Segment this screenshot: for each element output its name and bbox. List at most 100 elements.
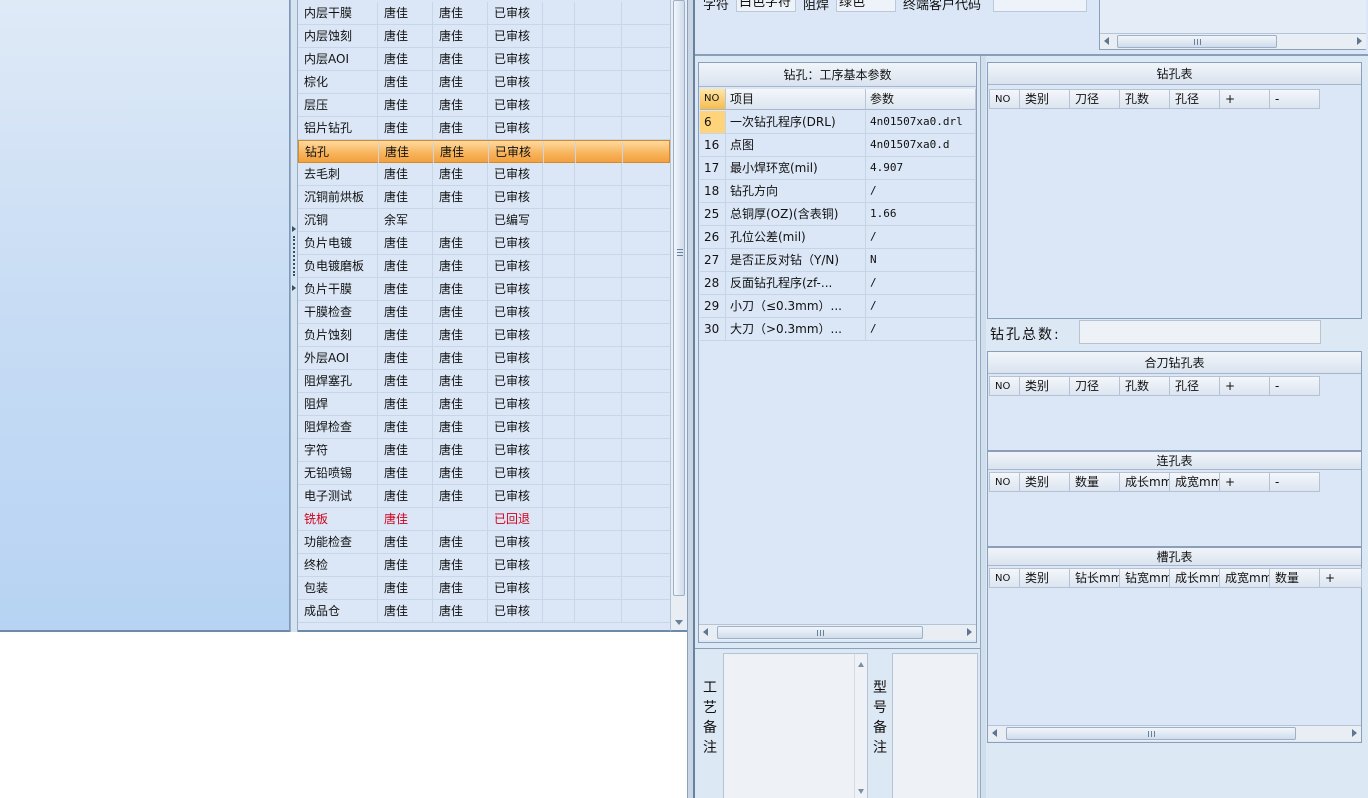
process-row[interactable]: 无铅喷锡 唐佳 唐佳 已审核 [298,462,670,485]
column-header[interactable]: 孔径 [1170,90,1220,109]
end-customer-field[interactable] [993,0,1087,12]
column-header[interactable]: 孔径 [1170,377,1220,396]
column-header[interactable]: 数量 [1070,473,1120,492]
process-row[interactable]: 沉铜前烘板 唐佳 唐佳 已审核 [298,186,670,209]
process-row[interactable]: 电子测试 唐佳 唐佳 已审核 [298,485,670,508]
drill-total-field[interactable] [1079,320,1321,344]
param-item: 总铜厚(OZ)(含表铜) [726,203,866,225]
column-header[interactable]: 钻长mm [1070,569,1120,588]
process-row[interactable]: 外层AOI 唐佳 唐佳 已审核 [298,347,670,370]
process-row[interactable]: 功能检查 唐佳 唐佳 已审核 [298,531,670,554]
column-header[interactable]: 刀径 [1070,90,1120,109]
param-row[interactable]: 29 小刀（≤0.3mm）... / [700,295,976,318]
process-row[interactable]: 内层蚀刻 唐佳 唐佳 已审核 [298,25,670,48]
column-header[interactable]: 成宽mm [1170,473,1220,492]
process-row[interactable]: 成品仓 唐佳 唐佳 已审核 [298,600,670,623]
column-header[interactable]: 刀径 [1070,377,1120,396]
process-row[interactable]: 阻焊塞孔 唐佳 唐佳 已审核 [298,370,670,393]
column-header[interactable]: 成长mm [1120,473,1170,492]
param-row[interactable]: 18 钻孔方向 / [700,180,976,203]
column-header[interactable]: 类别 [1020,90,1070,109]
param-row[interactable]: 25 总铜厚(OZ)(含表铜) 1.66 [700,203,976,226]
process-reviewer: 唐佳 [433,48,488,70]
process-row[interactable]: 沉铜 余军 已编写 [298,209,670,232]
process-row[interactable]: 负片蚀刻 唐佳 唐佳 已审核 [298,324,670,347]
process-row[interactable]: 负片电镀 唐佳 唐佳 已审核 [298,232,670,255]
process-note-textarea[interactable] [723,653,868,798]
note-scrollbar[interactable] [854,654,867,798]
process-row[interactable]: 终检 唐佳 唐佳 已审核 [298,554,670,577]
process-row[interactable]: 内层干膜 唐佳 唐佳 已审核 [298,2,670,25]
process-extra-cell [543,577,575,599]
attachment-hscroll[interactable] [1100,33,1366,49]
column-header[interactable]: 数量 [1270,569,1320,588]
main-splitter[interactable] [687,0,695,798]
param-row[interactable]: 27 是否正反对钻（Y/N) N [700,249,976,272]
process-status: 已审核 [488,554,543,576]
process-row[interactable]: 铣板 唐佳 已回退 [298,508,670,531]
column-header[interactable]: + [1320,569,1362,588]
column-header[interactable]: NO [990,377,1020,396]
process-row[interactable]: 干膜检查 唐佳 唐佳 已审核 [298,301,670,324]
process-reviewer: 唐佳 [433,577,488,599]
column-header[interactable]: NO [990,569,1020,588]
param-row[interactable]: 28 反面钻孔程序(zf-... / [700,272,976,295]
column-header[interactable]: NO [990,473,1020,492]
process-extra-cell [543,485,575,507]
process-row[interactable]: 负电镀磨板 唐佳 唐佳 已审核 [298,255,670,278]
col-value[interactable]: 参数 [866,89,976,109]
column-header[interactable]: 孔数 [1120,90,1170,109]
param-row[interactable]: 16 点图 4n01507xa0.d [700,134,976,157]
char-field[interactable]: 白色字符 [736,0,796,12]
process-row[interactable]: 铝片钻孔 唐佳 唐佳 已审核 [298,117,670,140]
column-header[interactable]: 成宽mm [1220,569,1270,588]
column-header[interactable]: + [1220,90,1270,109]
param-row[interactable]: 26 孔位公差(mil) / [700,226,976,249]
expand-arrow-icon[interactable] [292,285,296,291]
process-extra-cell [575,117,622,139]
scroll-down-icon[interactable] [675,620,683,625]
param-row[interactable]: 6 一次钻孔程序(DRL) 4n01507xa0.drl [700,111,976,134]
scrollbar-thumb[interactable] [673,0,685,596]
column-header[interactable]: + [1220,377,1270,396]
process-extra-cell [575,71,622,93]
left-splitter[interactable] [290,0,298,632]
column-header[interactable]: - [1270,377,1320,396]
col-no[interactable]: NO [700,89,726,109]
column-header[interactable]: - [1270,90,1320,109]
collapse-arrow-icon[interactable] [292,226,296,232]
slot-table-hscroll[interactable] [988,725,1361,741]
col-item[interactable]: 项目 [726,89,866,109]
column-header[interactable]: 类别 [1020,569,1070,588]
solder-field[interactable]: 绿色 [836,0,896,12]
process-row[interactable]: 阻焊检查 唐佳 唐佳 已审核 [298,416,670,439]
process-row[interactable]: 内层AOI 唐佳 唐佳 已审核 [298,48,670,71]
column-header[interactable]: NO [990,90,1020,109]
process-list-scrollbar[interactable] [670,0,687,632]
param-row[interactable]: 17 最小焊环宽(mil) 4.907 [700,157,976,180]
process-row[interactable]: 层压 唐佳 唐佳 已审核 [298,94,670,117]
column-header[interactable]: 类别 [1020,377,1070,396]
column-header[interactable]: 成长mm [1170,569,1220,588]
process-row[interactable]: 阻焊 唐佳 唐佳 已审核 [298,393,670,416]
params-hscroll[interactable] [699,624,976,640]
process-row[interactable]: 包装 唐佳 唐佳 已审核 [298,577,670,600]
param-item: 是否正反对钻（Y/N) [726,249,866,271]
column-header[interactable]: 孔数 [1120,377,1170,396]
process-row[interactable]: 负片干膜 唐佳 唐佳 已审核 [298,278,670,301]
model-note-textarea[interactable] [892,653,978,798]
column-header[interactable]: 类别 [1020,473,1070,492]
process-row[interactable]: 棕化 唐佳 唐佳 已审核 [298,71,670,94]
process-name: 内层蚀刻 [298,25,378,47]
param-row[interactable]: 30 大刀（>0.3mm）... / [700,318,976,341]
process-status: 已审核 [488,462,543,484]
tables-splitter[interactable] [980,56,986,798]
left-tree-pane[interactable] [0,0,290,632]
column-header[interactable]: - [1270,473,1320,492]
linked-hole-table-panel: 连孔表 NO 类别 数量 成长mm 成宽mm + - [987,451,1362,547]
column-header[interactable]: + [1220,473,1270,492]
process-row[interactable]: 钻孔 唐佳 唐佳 已审核 [298,140,670,163]
process-row[interactable]: 去毛刺 唐佳 唐佳 已审核 [298,163,670,186]
process-row[interactable]: 字符 唐佳 唐佳 已审核 [298,439,670,462]
column-header[interactable]: 钻宽mm [1120,569,1170,588]
